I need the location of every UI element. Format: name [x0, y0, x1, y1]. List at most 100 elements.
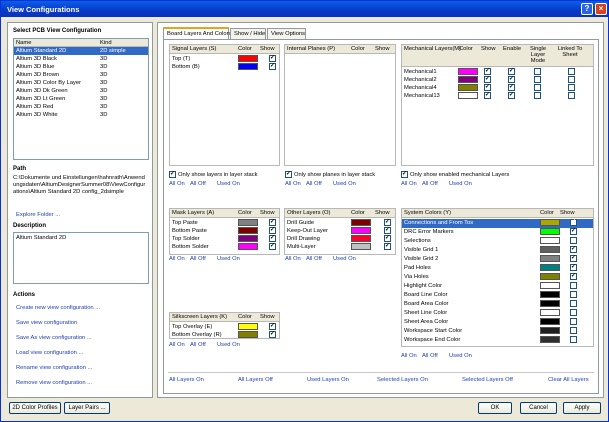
- close-icon[interactable]: ×: [595, 3, 607, 15]
- all-off-link[interactable]: All Off: [190, 181, 206, 187]
- config-list-item[interactable]: Altium 3D Black 3D: [14, 55, 148, 63]
- signal-row[interactable]: Bottom (B) ✓: [170, 63, 279, 71]
- config-list-item[interactable]: Altium 3D Red 3D: [14, 103, 148, 111]
- show-checkbox[interactable]: ✓: [570, 255, 577, 262]
- all-off-link[interactable]: All Off: [190, 342, 206, 348]
- show-checkbox[interactable]: ✓: [384, 227, 391, 234]
- system-row[interactable]: DRC Error Markers ✓: [402, 228, 593, 237]
- show-checkbox[interactable]: ✓: [269, 235, 276, 242]
- other-row[interactable]: Multi-Layer ✓: [285, 243, 395, 251]
- system-row[interactable]: Sheet Area Color: [402, 318, 593, 327]
- used-on-link[interactable]: Used On: [333, 256, 356, 262]
- color-swatch[interactable]: [238, 323, 258, 330]
- kind-column-header[interactable]: Kind: [100, 39, 112, 46]
- all-on-link[interactable]: All On: [285, 256, 301, 262]
- name-column-header[interactable]: Name: [16, 39, 31, 46]
- system-row[interactable]: Highlight Color: [402, 282, 593, 291]
- color-swatch[interactable]: [238, 235, 258, 242]
- linked-sheet-checkbox[interactable]: [568, 92, 575, 99]
- show-checkbox[interactable]: ✓: [570, 273, 577, 280]
- show-checkbox[interactable]: [570, 300, 577, 307]
- only-show-mechanical-checkbox[interactable]: ✓: [401, 171, 408, 178]
- single-layer-checkbox[interactable]: [534, 68, 541, 75]
- all-off-link[interactable]: All Off: [422, 353, 438, 359]
- explore-folder-link[interactable]: Explore Folder ...: [16, 212, 60, 218]
- bottom-layer-link[interactable]: All Layers Off: [238, 377, 273, 383]
- color-swatch[interactable]: [351, 235, 371, 242]
- ok-button[interactable]: OK: [478, 402, 512, 414]
- color-swatch[interactable]: [238, 331, 258, 338]
- color-swatch[interactable]: [540, 273, 560, 280]
- enable-checkbox[interactable]: ✓: [508, 76, 515, 83]
- used-on-link[interactable]: Used On: [217, 181, 240, 187]
- other-row[interactable]: Drill Guide ✓: [285, 219, 395, 227]
- color-swatch[interactable]: [540, 228, 560, 235]
- config-list-item[interactable]: Altium 3D White 3D: [14, 111, 148, 119]
- config-list-item[interactable]: Altium Standard 2D 2D simple: [14, 47, 148, 55]
- show-checkbox[interactable]: ✓: [269, 227, 276, 234]
- show-checkbox[interactable]: ✓: [484, 68, 491, 75]
- color-swatch[interactable]: [540, 246, 560, 253]
- linked-sheet-checkbox[interactable]: [568, 84, 575, 91]
- bottom-layer-link[interactable]: Selected Layers Off: [462, 377, 513, 383]
- other-row[interactable]: Keep-Out Layer ✓: [285, 227, 395, 235]
- color-swatch[interactable]: [540, 237, 560, 244]
- action-link[interactable]: Remove view configuration ...: [16, 380, 92, 386]
- linked-sheet-checkbox[interactable]: [568, 68, 575, 75]
- silkscreen-row[interactable]: Top Overlay (E) ✓: [170, 323, 279, 331]
- color-swatch[interactable]: [540, 336, 560, 343]
- show-checkbox[interactable]: ✓: [269, 243, 276, 250]
- all-off-link[interactable]: All Off: [306, 181, 322, 187]
- mask-row[interactable]: Bottom Paste ✓: [170, 227, 279, 235]
- config-list-item[interactable]: Altium 3D Color By Layer 3D: [14, 79, 148, 87]
- show-checkbox[interactable]: ✓: [570, 219, 577, 226]
- all-off-link[interactable]: All Off: [190, 256, 206, 262]
- used-on-link[interactable]: Used On: [449, 181, 472, 187]
- mask-row[interactable]: Top Paste ✓: [170, 219, 279, 227]
- signal-row[interactable]: Top (T) ✓: [170, 55, 279, 63]
- system-row[interactable]: Board Line Color: [402, 291, 593, 300]
- bottom-layer-link[interactable]: Clear All Layers: [548, 377, 589, 383]
- show-checkbox[interactable]: ✓: [269, 63, 276, 70]
- show-checkbox[interactable]: ✓: [384, 219, 391, 226]
- show-checkbox[interactable]: [570, 336, 577, 343]
- config-list-item[interactable]: Altium 3D Dk Green 3D: [14, 87, 148, 95]
- mechanical-row[interactable]: Mechanical2 ✓ ✓: [402, 76, 593, 84]
- enable-checkbox[interactable]: ✓: [508, 84, 515, 91]
- all-on-link[interactable]: All On: [169, 256, 185, 262]
- show-checkbox[interactable]: [570, 318, 577, 325]
- all-on-link[interactable]: All On: [169, 181, 185, 187]
- used-on-link[interactable]: Used On: [333, 181, 356, 187]
- show-checkbox[interactable]: ✓: [384, 243, 391, 250]
- bottom-layer-link[interactable]: Selected Layers On: [377, 377, 428, 383]
- show-checkbox[interactable]: ✓: [570, 264, 577, 271]
- action-link[interactable]: Rename view configuration ...: [16, 365, 92, 371]
- tab-view-options[interactable]: View Options: [267, 28, 306, 39]
- show-checkbox[interactable]: [570, 327, 577, 334]
- 2d-color-profiles-button[interactable]: 2D Color Profiles: [9, 402, 61, 414]
- action-link[interactable]: Load view configuration ...: [16, 350, 83, 356]
- config-list[interactable]: Name Kind Altium Standard 2D 2D simple Alt…: [13, 38, 149, 160]
- show-checkbox[interactable]: [570, 237, 577, 244]
- color-swatch[interactable]: [458, 92, 478, 99]
- show-checkbox[interactable]: ✓: [269, 55, 276, 62]
- show-checkbox[interactable]: ✓: [269, 219, 276, 226]
- color-swatch[interactable]: [238, 55, 258, 62]
- layer-pairs-button[interactable]: Layer Pairs ...: [64, 402, 110, 414]
- single-layer-checkbox[interactable]: [534, 92, 541, 99]
- all-off-link[interactable]: All Off: [422, 181, 438, 187]
- config-list-item[interactable]: Altium 3D Brown 3D: [14, 71, 148, 79]
- color-swatch[interactable]: [238, 227, 258, 234]
- bottom-layer-link[interactable]: All Layers On: [169, 377, 204, 383]
- show-checkbox[interactable]: ✓: [384, 235, 391, 242]
- color-swatch[interactable]: [458, 84, 478, 91]
- color-swatch[interactable]: [351, 243, 371, 250]
- all-on-link[interactable]: All On: [169, 342, 185, 348]
- system-row[interactable]: Visible Grid 2 ✓: [402, 255, 593, 264]
- color-swatch[interactable]: [458, 68, 478, 75]
- color-swatch[interactable]: [351, 227, 371, 234]
- config-list-item[interactable]: Altium 3D Blue 3D: [14, 63, 148, 71]
- mechanical-row[interactable]: Mechanical1 ✓ ✓: [402, 68, 593, 76]
- show-checkbox[interactable]: ✓: [269, 323, 276, 330]
- color-swatch[interactable]: [351, 219, 371, 226]
